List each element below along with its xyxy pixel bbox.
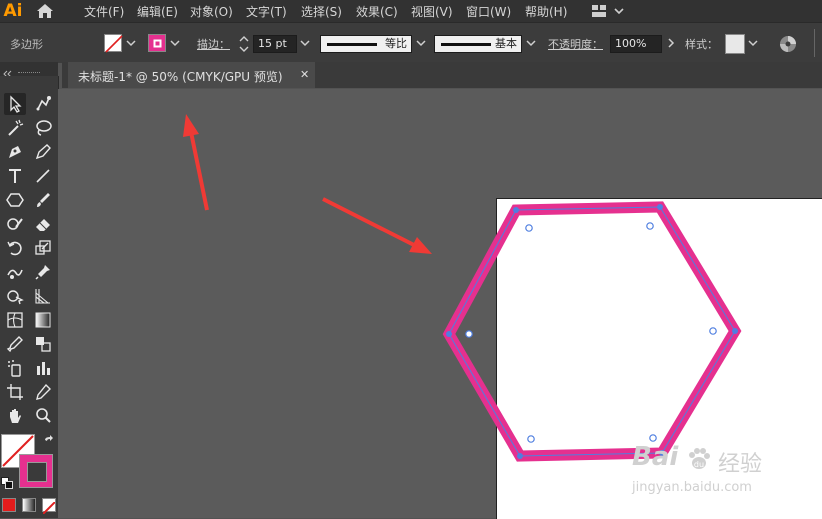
hexagon-shape[interactable] [442, 201, 742, 462]
watermark-url: jingyan.baidu.com [632, 480, 752, 495]
watermark-brand: Bai [632, 442, 679, 472]
annotation-arrow-right [322, 197, 432, 254]
paw-icon: du [686, 446, 712, 472]
live-corner-widgets[interactable] [465, 222, 717, 443]
watermark-suffix: 经验 [718, 452, 763, 477]
svg-text:du: du [694, 460, 704, 469]
annotation-arrow-up [183, 114, 209, 211]
baidu-watermark: Bai du 经验 jingyan.baidu.com [610, 440, 820, 500]
anchor-points [446, 204, 738, 459]
